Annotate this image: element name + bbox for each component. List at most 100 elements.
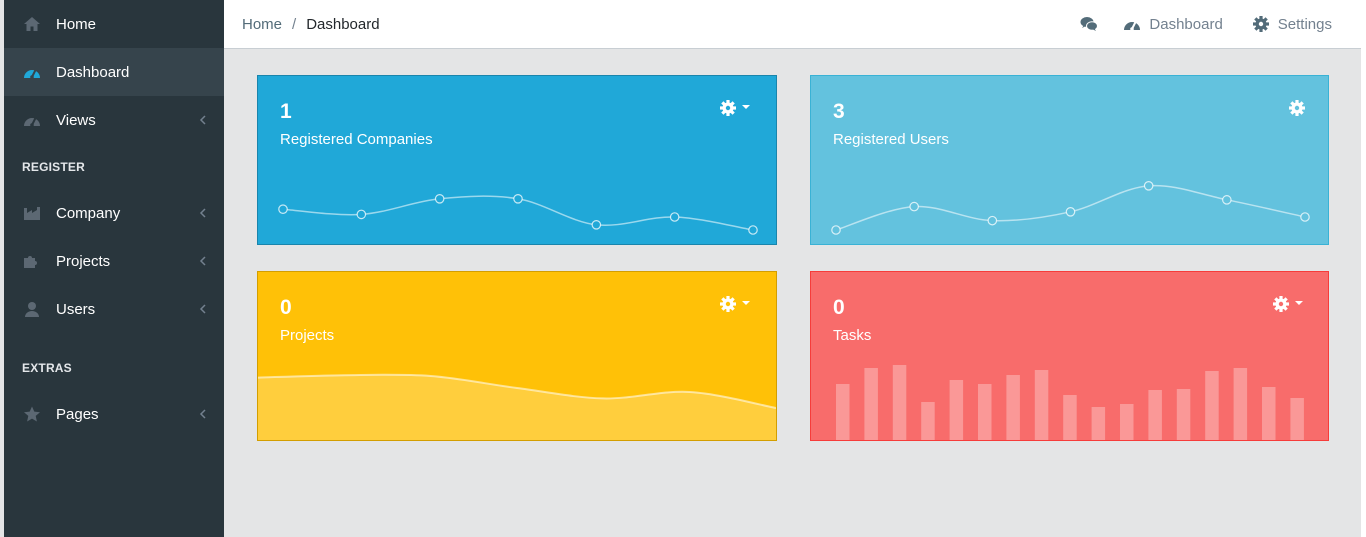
bar [1006, 375, 1020, 440]
bar [1290, 398, 1304, 440]
bar [921, 402, 935, 440]
sidebar-section-register: REGISTER [22, 159, 85, 174]
comments-icon [1080, 15, 1099, 33]
sidebar: Home Dashboard Views REGISTER Company Pr… [4, 0, 224, 537]
bar [1034, 370, 1049, 440]
chevron-left-icon [199, 304, 206, 314]
widget-card-users: 3 Registered Users [810, 75, 1329, 245]
data-point [1065, 206, 1076, 217]
card-settings-dropdown[interactable] [1273, 296, 1304, 312]
gear-icon [720, 100, 736, 116]
card-value: 0 [833, 296, 845, 319]
bar [1148, 390, 1162, 440]
series-area [258, 374, 776, 440]
widget-card-tasks: 0 Tasks [810, 271, 1329, 441]
sidebar-item-label: Company [56, 204, 121, 222]
breadcrumb-home-link[interactable]: Home [242, 16, 282, 33]
sidebar-item-label: Dashboard [56, 63, 130, 81]
speedometer-icon [23, 63, 41, 81]
home-icon [23, 15, 41, 33]
bar [1233, 368, 1248, 440]
bar [1091, 407, 1106, 440]
sidebar-item-label: Projects [56, 252, 111, 270]
data-point [278, 204, 288, 214]
card-settings-dropdown[interactable] [720, 100, 751, 116]
gear-icon [1289, 100, 1305, 116]
gear-icon [1252, 15, 1270, 33]
sidebar-section-extras: EXTRAS [22, 360, 72, 375]
sidebar-item-views[interactable]: Views [4, 96, 224, 144]
data-point [434, 193, 445, 204]
data-point [748, 225, 758, 235]
bar [1063, 395, 1077, 440]
caret-down-icon [742, 301, 750, 305]
breadcrumb-separator: / [292, 15, 297, 33]
data-point [909, 201, 919, 212]
bar [836, 384, 850, 440]
data-point [1143, 180, 1154, 191]
data-point [669, 212, 680, 222]
top-dashboard-label: Dashboard [1149, 15, 1223, 33]
caret-down-icon [1295, 301, 1303, 305]
bar [1176, 389, 1191, 440]
bar [864, 368, 878, 440]
industry-icon [23, 204, 41, 222]
gear-icon [720, 296, 736, 312]
chevron-left-icon [199, 115, 206, 125]
card-label: Tasks [833, 327, 872, 344]
breadcrumb-current: Dashboard [306, 15, 380, 33]
top-dashboard-link[interactable]: Dashboard [1123, 15, 1223, 33]
sidebar-item-company[interactable]: Company [4, 189, 224, 237]
data-point [591, 219, 602, 230]
widget-card-companies: 1 Registered Companies [257, 75, 777, 245]
sidebar-item-home[interactable]: Home [4, 0, 224, 48]
speedometer-icon [1123, 15, 1141, 33]
card-line-chart [831, 180, 1310, 235]
chevron-left-icon [199, 256, 206, 266]
bar [978, 384, 992, 440]
sidebar-item-pages[interactable]: Pages [4, 390, 224, 438]
top-settings-link[interactable]: Settings [1252, 15, 1332, 33]
sidebar-item-dashboard[interactable]: Dashboard [4, 48, 224, 96]
chat-button[interactable] [1080, 15, 1099, 33]
puzzle-icon [23, 252, 41, 270]
sidebar-item-label: Home [56, 15, 97, 33]
data-point [356, 209, 367, 220]
data-point [513, 193, 523, 204]
sidebar-item-label: Views [56, 111, 96, 129]
chevron-left-icon [199, 208, 206, 218]
bar [1120, 404, 1134, 440]
data-point [1222, 195, 1232, 205]
top-bar: Home / Dashboard Dashboard Settings [224, 0, 1361, 49]
breadcrumb: Home / Dashboard [242, 0, 380, 48]
card-area-chart [258, 373, 776, 440]
sidebar-item-projects[interactable]: Projects [4, 237, 224, 285]
bar [1205, 371, 1219, 440]
card-bar-chart [836, 365, 1304, 440]
caret-down-icon [742, 105, 750, 109]
top-settings-label: Settings [1277, 15, 1332, 33]
widget-card-projects: 0 Projects [257, 271, 777, 441]
sidebar-item-label: Users [56, 300, 96, 318]
speedometer-icon [23, 111, 41, 129]
bar [1262, 387, 1276, 440]
card-settings-dropdown[interactable] [720, 296, 751, 312]
card-value: 0 [280, 296, 292, 319]
sidebar-item-users[interactable]: Users [4, 285, 224, 333]
card-label: Registered Users [833, 131, 949, 148]
card-label: Registered Companies [280, 131, 433, 148]
card-value: 3 [833, 100, 845, 123]
star-icon [23, 405, 41, 423]
bar [949, 380, 964, 440]
card-line-chart [278, 193, 758, 235]
user-icon [23, 300, 41, 318]
data-point [1300, 212, 1310, 222]
top-nav: Dashboard Settings [1080, 0, 1361, 48]
card-settings-button[interactable] [1289, 100, 1305, 116]
chevron-left-icon [199, 409, 206, 419]
card-value: 1 [280, 100, 292, 123]
data-point [987, 215, 998, 226]
sidebar-item-label: Pages [56, 405, 99, 423]
page-scrollbar[interactable] [1361, 0, 1366, 537]
bar [892, 365, 907, 440]
